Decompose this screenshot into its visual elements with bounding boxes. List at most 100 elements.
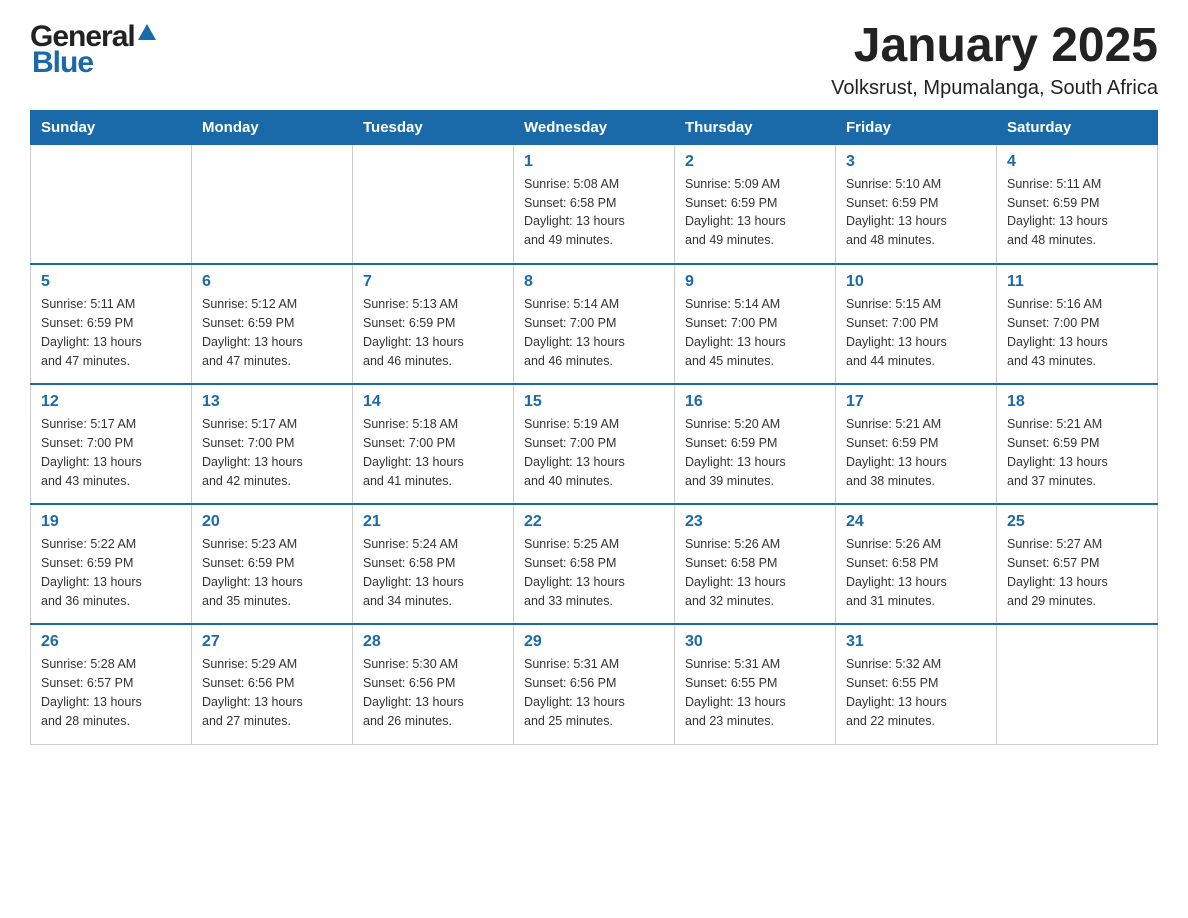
- calendar-day-cell: [353, 144, 514, 264]
- day-info: Sunrise: 5:26 AM Sunset: 6:58 PM Dayligh…: [846, 535, 986, 610]
- day-number: 15: [524, 393, 664, 411]
- day-info: Sunrise: 5:11 AM Sunset: 6:59 PM Dayligh…: [1007, 175, 1147, 250]
- day-info: Sunrise: 5:14 AM Sunset: 7:00 PM Dayligh…: [524, 295, 664, 370]
- calendar-day-cell: [31, 144, 192, 264]
- day-info: Sunrise: 5:19 AM Sunset: 7:00 PM Dayligh…: [524, 415, 664, 490]
- calendar-day-cell: 15 Sunrise: 5:19 AM Sunset: 7:00 PM Dayli…: [514, 384, 675, 504]
- logo-triangle-icon: [138, 24, 156, 40]
- calendar-day-cell: 17 Sunrise: 5:21 AM Sunset: 6:59 PM Dayli…: [836, 384, 997, 504]
- calendar-day-cell: 26 Sunrise: 5:28 AM Sunset: 6:57 PM Dayli…: [31, 624, 192, 744]
- day-number: 10: [846, 273, 986, 291]
- page-header: General Blue January 2025 Volksrust, Mpu…: [30, 20, 1158, 100]
- logo-blue-text: Blue: [32, 46, 93, 80]
- day-info: Sunrise: 5:26 AM Sunset: 6:58 PM Dayligh…: [685, 535, 825, 610]
- day-number: 31: [846, 633, 986, 651]
- day-number: 3: [846, 153, 986, 171]
- weekday-header-thursday: Thursday: [675, 110, 836, 144]
- calendar-header-row: SundayMondayTuesdayWednesdayThursdayFrid…: [31, 110, 1158, 144]
- day-number: 29: [524, 633, 664, 651]
- day-number: 14: [363, 393, 503, 411]
- calendar-week-row: 5Sunrise: 5:11 AM Sunset: 6:59 PM Daylig…: [31, 264, 1158, 384]
- day-number: 26: [41, 633, 181, 651]
- calendar-day-cell: 6 Sunrise: 5:12 AM Sunset: 6:59 PM Daylig…: [192, 264, 353, 384]
- calendar-day-cell: 24Sunrise: 5:26 AM Sunset: 6:58 PM Dayli…: [836, 504, 997, 624]
- day-info: Sunrise: 5:25 AM Sunset: 6:58 PM Dayligh…: [524, 535, 664, 610]
- calendar-day-cell: 30 Sunrise: 5:31 AM Sunset: 6:55 PM Dayli…: [675, 624, 836, 744]
- day-info: Sunrise: 5:18 AM Sunset: 7:00 PM Dayligh…: [363, 415, 503, 490]
- calendar-day-cell: 29 Sunrise: 5:31 AM Sunset: 6:56 PM Dayli…: [514, 624, 675, 744]
- day-info: Sunrise: 5:23 AM Sunset: 6:59 PM Dayligh…: [202, 535, 342, 610]
- calendar-day-cell: 11 Sunrise: 5:16 AM Sunset: 7:00 PM Dayli…: [997, 264, 1158, 384]
- day-number: 9: [685, 273, 825, 291]
- day-info: Sunrise: 5:14 AM Sunset: 7:00 PM Dayligh…: [685, 295, 825, 370]
- day-number: 30: [685, 633, 825, 651]
- logo: General Blue: [30, 20, 156, 80]
- calendar-day-cell: 22 Sunrise: 5:25 AM Sunset: 6:58 PM Dayli…: [514, 504, 675, 624]
- day-info: Sunrise: 5:20 AM Sunset: 6:59 PM Dayligh…: [685, 415, 825, 490]
- day-info: Sunrise: 5:21 AM Sunset: 6:59 PM Dayligh…: [846, 415, 986, 490]
- day-info: Sunrise: 5:15 AM Sunset: 7:00 PM Dayligh…: [846, 295, 986, 370]
- calendar-day-cell: 13 Sunrise: 5:17 AM Sunset: 7:00 PM Dayli…: [192, 384, 353, 504]
- calendar-day-cell: 27Sunrise: 5:29 AM Sunset: 6:56 PM Dayli…: [192, 624, 353, 744]
- day-number: 1: [524, 153, 664, 171]
- calendar-day-cell: 23 Sunrise: 5:26 AM Sunset: 6:58 PM Dayli…: [675, 504, 836, 624]
- day-info: Sunrise: 5:09 AM Sunset: 6:59 PM Dayligh…: [685, 175, 825, 250]
- calendar-week-row: 1 Sunrise: 5:08 AM Sunset: 6:58 PM Daylig…: [31, 144, 1158, 264]
- calendar-day-cell: 10 Sunrise: 5:15 AM Sunset: 7:00 PM Dayli…: [836, 264, 997, 384]
- calendar-table: SundayMondayTuesdayWednesdayThursdayFrid…: [30, 110, 1158, 745]
- calendar-week-row: 19Sunrise: 5:22 AM Sunset: 6:59 PM Dayli…: [31, 504, 1158, 624]
- day-number: 21: [363, 513, 503, 531]
- weekday-header-sunday: Sunday: [31, 110, 192, 144]
- calendar-day-cell: 2Sunrise: 5:09 AM Sunset: 6:59 PM Daylig…: [675, 144, 836, 264]
- calendar-day-cell: 5Sunrise: 5:11 AM Sunset: 6:59 PM Daylig…: [31, 264, 192, 384]
- weekday-header-monday: Monday: [192, 110, 353, 144]
- day-number: 12: [41, 393, 181, 411]
- calendar-day-cell: [997, 624, 1158, 744]
- day-info: Sunrise: 5:31 AM Sunset: 6:56 PM Dayligh…: [524, 655, 664, 730]
- day-info: Sunrise: 5:24 AM Sunset: 6:58 PM Dayligh…: [363, 535, 503, 610]
- day-number: 22: [524, 513, 664, 531]
- day-info: Sunrise: 5:30 AM Sunset: 6:56 PM Dayligh…: [363, 655, 503, 730]
- weekday-header-saturday: Saturday: [997, 110, 1158, 144]
- calendar-day-cell: 12Sunrise: 5:17 AM Sunset: 7:00 PM Dayli…: [31, 384, 192, 504]
- day-number: 8: [524, 273, 664, 291]
- day-number: 28: [363, 633, 503, 651]
- weekday-header-tuesday: Tuesday: [353, 110, 514, 144]
- calendar-title: January 2025: [831, 20, 1158, 73]
- calendar-day-cell: 7 Sunrise: 5:13 AM Sunset: 6:59 PM Daylig…: [353, 264, 514, 384]
- calendar-day-cell: 25Sunrise: 5:27 AM Sunset: 6:57 PM Dayli…: [997, 504, 1158, 624]
- calendar-day-cell: 4 Sunrise: 5:11 AM Sunset: 6:59 PM Daylig…: [997, 144, 1158, 264]
- day-number: 7: [363, 273, 503, 291]
- day-number: 18: [1007, 393, 1147, 411]
- day-info: Sunrise: 5:13 AM Sunset: 6:59 PM Dayligh…: [363, 295, 503, 370]
- day-number: 4: [1007, 153, 1147, 171]
- weekday-header-friday: Friday: [836, 110, 997, 144]
- calendar-week-row: 12 Sunrise: 5:17 AM Sunset: 7:00 PM Dayli…: [31, 384, 1158, 504]
- calendar-day-cell: 9 Sunrise: 5:14 AM Sunset: 7:00 PM Daylig…: [675, 264, 836, 384]
- day-info: Sunrise: 5:28 AM Sunset: 6:57 PM Dayligh…: [41, 655, 181, 730]
- day-info: Sunrise: 5:08 AM Sunset: 6:58 PM Dayligh…: [524, 175, 664, 250]
- day-number: 11: [1007, 273, 1147, 291]
- day-number: 6: [202, 273, 342, 291]
- day-info: Sunrise: 5:32 AM Sunset: 6:55 PM Dayligh…: [846, 655, 986, 730]
- calendar-day-cell: 14 Sunrise: 5:18 AM Sunset: 7:00 PM Dayli…: [353, 384, 514, 504]
- calendar-day-cell: 18Sunrise: 5:21 AM Sunset: 6:59 PM Dayli…: [997, 384, 1158, 504]
- day-number: 16: [685, 393, 825, 411]
- day-info: Sunrise: 5:16 AM Sunset: 7:00 PM Dayligh…: [1007, 295, 1147, 370]
- day-number: 19: [41, 513, 181, 531]
- day-number: 23: [685, 513, 825, 531]
- weekday-header-wednesday: Wednesday: [514, 110, 675, 144]
- day-info: Sunrise: 5:27 AM Sunset: 6:57 PM Dayligh…: [1007, 535, 1147, 610]
- day-number: 20: [202, 513, 342, 531]
- calendar-day-cell: 19Sunrise: 5:22 AM Sunset: 6:59 PM Dayli…: [31, 504, 192, 624]
- calendar-day-cell: 8 Sunrise: 5:14 AM Sunset: 7:00 PM Daylig…: [514, 264, 675, 384]
- day-number: 13: [202, 393, 342, 411]
- day-number: 5: [41, 273, 181, 291]
- calendar-day-cell: 3 Sunrise: 5:10 AM Sunset: 6:59 PM Daylig…: [836, 144, 997, 264]
- day-info: Sunrise: 5:31 AM Sunset: 6:55 PM Dayligh…: [685, 655, 825, 730]
- day-number: 17: [846, 393, 986, 411]
- day-info: Sunrise: 5:17 AM Sunset: 7:00 PM Dayligh…: [202, 415, 342, 490]
- day-info: Sunrise: 5:12 AM Sunset: 6:59 PM Dayligh…: [202, 295, 342, 370]
- day-info: Sunrise: 5:10 AM Sunset: 6:59 PM Dayligh…: [846, 175, 986, 250]
- calendar-day-cell: 31 Sunrise: 5:32 AM Sunset: 6:55 PM Dayli…: [836, 624, 997, 744]
